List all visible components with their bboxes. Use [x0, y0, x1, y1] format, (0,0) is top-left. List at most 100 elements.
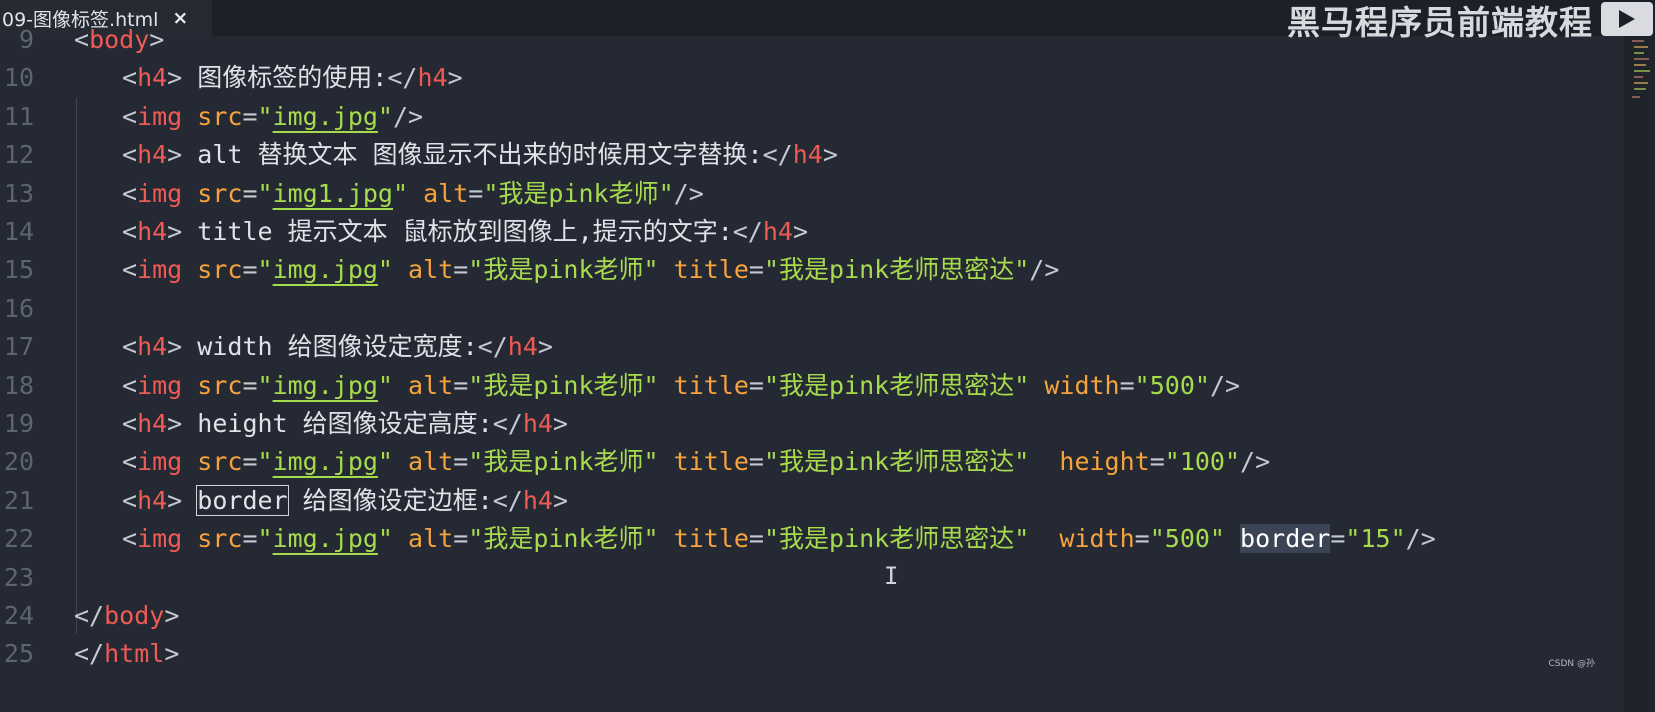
line-number: 10 [3, 63, 34, 93]
tag-name-token: h4 [137, 485, 168, 515]
code-content: <img src="img.jpg"/> [122, 97, 423, 137]
tag-name-token: html [104, 639, 165, 669]
punctuation-token: > [552, 409, 568, 438]
code-line[interactable]: 12 <h4> alt 替换文本 图像显示不出来的时候用文字替换:</h4> [0, 135, 1622, 175]
code-line[interactable]: 18 <img src="img.jpg" alt="我是pink老师" titl… [0, 366, 1622, 406]
attribute-token: title [673, 370, 749, 400]
string-token: "我是pink老师思密达" [763, 370, 1030, 400]
punctuation-token: = [468, 178, 484, 208]
code-line[interactable]: 23 [0, 558, 1622, 598]
punctuation-token: /> [1209, 370, 1241, 400]
string-token: " [257, 370, 273, 400]
tag-name-token: h4 [137, 217, 168, 246]
line-number: 14 [3, 217, 34, 246]
text-token: height 给图像设定高度: [182, 409, 493, 438]
code-line[interactable]: 20 <img src="img.jpg" alt="我是pink老师" titl… [0, 442, 1622, 482]
line-number: 16 [3, 293, 34, 323]
punctuation-token: </ [74, 601, 105, 630]
tag-name-token: h4 [137, 140, 168, 170]
punctuation-token: = [748, 370, 764, 400]
code-line[interactable]: 13 <img src="img1.jpg" alt="我是pink老师"/> [0, 174, 1622, 214]
tag-name-token: h4 [137, 409, 168, 438]
string-token: "我是pink老师" [468, 524, 659, 554]
code-content: <h4> title 提示文本 鼠标放到图像上,提示的文字:</h4> [122, 212, 808, 252]
attribute-token: alt [408, 255, 454, 285]
punctuation-token: /> [673, 178, 704, 208]
line-number: 24 [3, 601, 34, 630]
attribute-token: src [197, 524, 243, 554]
code-line[interactable]: 16 [0, 289, 1622, 329]
code-line[interactable]: 17 <h4> width 给图像设定宽度:</h4> [0, 327, 1622, 367]
punctuation-token: > [552, 485, 568, 515]
punctuation-token: </ [477, 332, 508, 362]
string-token: "我是pink老师思密达" [763, 255, 1030, 285]
punctuation-token: = [748, 447, 764, 477]
punctuation-token: </ [492, 409, 523, 438]
punctuation-token: = [1134, 524, 1150, 554]
code-content: <h4> width 给图像设定宽度:</h4> [122, 327, 553, 367]
minimap[interactable] [1624, 36, 1655, 712]
punctuation-token: > [822, 140, 838, 170]
punctuation-token: </ [732, 217, 763, 246]
code-line[interactable]: 15 <img src="img.jpg" alt="我是pink老师" titl… [0, 250, 1622, 290]
punctuation-token: = [242, 255, 258, 285]
string-token: " [377, 524, 393, 554]
punctuation-token: > [167, 217, 183, 246]
punctuation-token: = [242, 447, 258, 477]
text-token: alt 替换文本 图像显示不出来的时候用文字替换: [182, 140, 763, 170]
tag-name-token: h4 [522, 485, 553, 515]
punctuation-token: < [122, 485, 138, 515]
tag-name-token: h4 [137, 63, 168, 93]
code-line[interactable]: 19 <h4> height 给图像设定高度:</h4> [0, 404, 1622, 444]
attribute-token: title [673, 447, 749, 477]
code-content: <img src="img.jpg" alt="我是pink老师" title=… [122, 250, 1059, 290]
tag-name-token: h4 [507, 332, 538, 362]
punctuation-token: /> [1240, 447, 1271, 477]
attribute-token: src [197, 101, 243, 131]
punctuation-token: </ [492, 485, 523, 515]
code-line[interactable]: 14 <h4> title 提示文本 鼠标放到图像上,提示的文字:</h4> [0, 212, 1622, 252]
line-number: 21 [3, 485, 34, 515]
minimap-preview [1632, 40, 1650, 98]
code-line[interactable]: 11 <img src="img.jpg"/> [0, 97, 1622, 137]
punctuation-token: /> [1405, 524, 1436, 554]
string-token: "100" [1164, 447, 1241, 477]
attribute-token: title [673, 524, 749, 554]
string-token: "我是pink老师" [468, 447, 659, 477]
punctuation-token: = [242, 370, 258, 400]
punctuation-token: < [122, 255, 138, 285]
string-token: img.jpg [272, 524, 378, 554]
punctuation-token: > [167, 63, 183, 93]
string-token: " [257, 524, 273, 554]
string-token: img1.jpg [272, 178, 393, 208]
code-line[interactable]: 22 <img src="img.jpg" alt="我是pink老师" titl… [0, 519, 1622, 559]
attribute-token: src [197, 370, 243, 400]
code-line[interactable]: 9 <body> [0, 20, 1622, 60]
tag-name-token: h4 [792, 140, 823, 170]
punctuation-token: = [242, 524, 258, 554]
code-line[interactable]: 24 </body> [0, 596, 1622, 636]
code-line[interactable]: 25 </html> [0, 634, 1622, 674]
code-content: <img src="img.jpg" alt="我是pink老师" title=… [122, 366, 1240, 406]
string-token: " [257, 101, 273, 131]
code-line[interactable]: 10 <h4> 图像标签的使用:</h4> [0, 58, 1622, 98]
attribute-token: width [1059, 524, 1135, 554]
code-line[interactable]: 21 <h4> border 给图像设定边框:</h4> [0, 481, 1622, 521]
code-editor[interactable]: 9 <body> 10 <h4> 图像标签的使用:</h4> 11 <img src="i… [0, 25, 1622, 712]
punctuation-token: < [122, 178, 138, 208]
tag-name-token: body [89, 25, 150, 54]
text-token: 给图像设定边框: [287, 485, 493, 515]
